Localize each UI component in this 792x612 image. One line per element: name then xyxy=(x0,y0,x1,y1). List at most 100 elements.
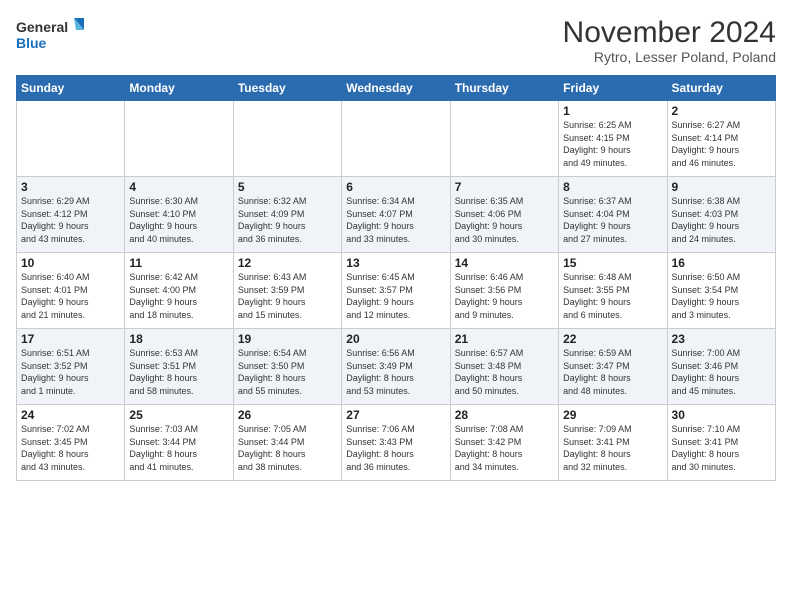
day-info: Sunrise: 6:59 AM Sunset: 3:47 PM Dayligh… xyxy=(563,347,662,397)
day-info: Sunrise: 7:10 AM Sunset: 3:41 PM Dayligh… xyxy=(672,423,771,473)
day-info: Sunrise: 6:32 AM Sunset: 4:09 PM Dayligh… xyxy=(238,195,337,245)
calendar-cell: 26Sunrise: 7:05 AM Sunset: 3:44 PM Dayli… xyxy=(233,405,341,481)
col-friday: Friday xyxy=(559,76,667,101)
subtitle: Rytro, Lesser Poland, Poland xyxy=(563,49,776,65)
logo-svg: General Blue xyxy=(16,16,86,56)
day-number: 7 xyxy=(455,180,554,194)
day-info: Sunrise: 6:53 AM Sunset: 3:51 PM Dayligh… xyxy=(129,347,228,397)
calendar-cell: 22Sunrise: 6:59 AM Sunset: 3:47 PM Dayli… xyxy=(559,329,667,405)
calendar-cell: 3Sunrise: 6:29 AM Sunset: 4:12 PM Daylig… xyxy=(17,177,125,253)
calendar-cell: 24Sunrise: 7:02 AM Sunset: 3:45 PM Dayli… xyxy=(17,405,125,481)
day-number: 6 xyxy=(346,180,445,194)
day-info: Sunrise: 6:34 AM Sunset: 4:07 PM Dayligh… xyxy=(346,195,445,245)
calendar-cell xyxy=(342,101,450,177)
col-saturday: Saturday xyxy=(667,76,775,101)
day-info: Sunrise: 6:48 AM Sunset: 3:55 PM Dayligh… xyxy=(563,271,662,321)
day-number: 11 xyxy=(129,256,228,270)
calendar-cell: 17Sunrise: 6:51 AM Sunset: 3:52 PM Dayli… xyxy=(17,329,125,405)
day-info: Sunrise: 6:54 AM Sunset: 3:50 PM Dayligh… xyxy=(238,347,337,397)
day-number: 15 xyxy=(563,256,662,270)
calendar-cell: 30Sunrise: 7:10 AM Sunset: 3:41 PM Dayli… xyxy=(667,405,775,481)
day-number: 1 xyxy=(563,104,662,118)
day-info: Sunrise: 6:37 AM Sunset: 4:04 PM Dayligh… xyxy=(563,195,662,245)
day-number: 26 xyxy=(238,408,337,422)
week-row-0: 1Sunrise: 6:25 AM Sunset: 4:15 PM Daylig… xyxy=(17,101,776,177)
calendar-cell: 9Sunrise: 6:38 AM Sunset: 4:03 PM Daylig… xyxy=(667,177,775,253)
day-number: 16 xyxy=(672,256,771,270)
calendar-cell xyxy=(125,101,233,177)
calendar-cell: 10Sunrise: 6:40 AM Sunset: 4:01 PM Dayli… xyxy=(17,253,125,329)
col-monday: Monday xyxy=(125,76,233,101)
title-block: November 2024 Rytro, Lesser Poland, Pola… xyxy=(563,16,776,65)
calendar-cell: 14Sunrise: 6:46 AM Sunset: 3:56 PM Dayli… xyxy=(450,253,558,329)
main-title: November 2024 xyxy=(563,16,776,49)
day-number: 3 xyxy=(21,180,120,194)
header: General Blue November 2024 Rytro, Lesser… xyxy=(16,16,776,65)
day-number: 4 xyxy=(129,180,228,194)
calendar-table: Sunday Monday Tuesday Wednesday Thursday… xyxy=(16,75,776,481)
col-thursday: Thursday xyxy=(450,76,558,101)
day-number: 2 xyxy=(672,104,771,118)
calendar-cell xyxy=(450,101,558,177)
day-number: 24 xyxy=(21,408,120,422)
calendar-cell: 13Sunrise: 6:45 AM Sunset: 3:57 PM Dayli… xyxy=(342,253,450,329)
calendar-cell: 6Sunrise: 6:34 AM Sunset: 4:07 PM Daylig… xyxy=(342,177,450,253)
day-number: 8 xyxy=(563,180,662,194)
day-info: Sunrise: 6:25 AM Sunset: 4:15 PM Dayligh… xyxy=(563,119,662,169)
day-info: Sunrise: 6:45 AM Sunset: 3:57 PM Dayligh… xyxy=(346,271,445,321)
day-number: 25 xyxy=(129,408,228,422)
day-info: Sunrise: 6:38 AM Sunset: 4:03 PM Dayligh… xyxy=(672,195,771,245)
day-number: 29 xyxy=(563,408,662,422)
day-info: Sunrise: 7:09 AM Sunset: 3:41 PM Dayligh… xyxy=(563,423,662,473)
day-info: Sunrise: 6:29 AM Sunset: 4:12 PM Dayligh… xyxy=(21,195,120,245)
calendar-cell: 2Sunrise: 6:27 AM Sunset: 4:14 PM Daylig… xyxy=(667,101,775,177)
calendar-cell xyxy=(233,101,341,177)
day-number: 28 xyxy=(455,408,554,422)
calendar-cell: 29Sunrise: 7:09 AM Sunset: 3:41 PM Dayli… xyxy=(559,405,667,481)
calendar-cell: 12Sunrise: 6:43 AM Sunset: 3:59 PM Dayli… xyxy=(233,253,341,329)
calendar-cell: 1Sunrise: 6:25 AM Sunset: 4:15 PM Daylig… xyxy=(559,101,667,177)
calendar-cell: 25Sunrise: 7:03 AM Sunset: 3:44 PM Dayli… xyxy=(125,405,233,481)
calendar-cell: 11Sunrise: 6:42 AM Sunset: 4:00 PM Dayli… xyxy=(125,253,233,329)
day-info: Sunrise: 7:02 AM Sunset: 3:45 PM Dayligh… xyxy=(21,423,120,473)
day-info: Sunrise: 6:30 AM Sunset: 4:10 PM Dayligh… xyxy=(129,195,228,245)
calendar-cell: 16Sunrise: 6:50 AM Sunset: 3:54 PM Dayli… xyxy=(667,253,775,329)
calendar-cell: 7Sunrise: 6:35 AM Sunset: 4:06 PM Daylig… xyxy=(450,177,558,253)
calendar-cell: 27Sunrise: 7:06 AM Sunset: 3:43 PM Dayli… xyxy=(342,405,450,481)
week-row-3: 17Sunrise: 6:51 AM Sunset: 3:52 PM Dayli… xyxy=(17,329,776,405)
svg-text:Blue: Blue xyxy=(16,35,47,51)
day-number: 19 xyxy=(238,332,337,346)
calendar-cell: 18Sunrise: 6:53 AM Sunset: 3:51 PM Dayli… xyxy=(125,329,233,405)
calendar-header-row: Sunday Monday Tuesday Wednesday Thursday… xyxy=(17,76,776,101)
day-info: Sunrise: 6:42 AM Sunset: 4:00 PM Dayligh… xyxy=(129,271,228,321)
day-info: Sunrise: 6:51 AM Sunset: 3:52 PM Dayligh… xyxy=(21,347,120,397)
calendar-cell: 23Sunrise: 7:00 AM Sunset: 3:46 PM Dayli… xyxy=(667,329,775,405)
day-info: Sunrise: 7:05 AM Sunset: 3:44 PM Dayligh… xyxy=(238,423,337,473)
calendar-cell: 5Sunrise: 6:32 AM Sunset: 4:09 PM Daylig… xyxy=(233,177,341,253)
day-number: 20 xyxy=(346,332,445,346)
day-number: 18 xyxy=(129,332,228,346)
calendar-cell: 21Sunrise: 6:57 AM Sunset: 3:48 PM Dayli… xyxy=(450,329,558,405)
day-info: Sunrise: 6:43 AM Sunset: 3:59 PM Dayligh… xyxy=(238,271,337,321)
day-number: 5 xyxy=(238,180,337,194)
day-info: Sunrise: 6:27 AM Sunset: 4:14 PM Dayligh… xyxy=(672,119,771,169)
day-info: Sunrise: 6:50 AM Sunset: 3:54 PM Dayligh… xyxy=(672,271,771,321)
week-row-4: 24Sunrise: 7:02 AM Sunset: 3:45 PM Dayli… xyxy=(17,405,776,481)
svg-text:General: General xyxy=(16,19,68,35)
calendar-cell: 20Sunrise: 6:56 AM Sunset: 3:49 PM Dayli… xyxy=(342,329,450,405)
day-number: 17 xyxy=(21,332,120,346)
day-number: 23 xyxy=(672,332,771,346)
calendar-cell: 28Sunrise: 7:08 AM Sunset: 3:42 PM Dayli… xyxy=(450,405,558,481)
day-info: Sunrise: 7:06 AM Sunset: 3:43 PM Dayligh… xyxy=(346,423,445,473)
day-info: Sunrise: 7:03 AM Sunset: 3:44 PM Dayligh… xyxy=(129,423,228,473)
col-tuesday: Tuesday xyxy=(233,76,341,101)
day-info: Sunrise: 6:56 AM Sunset: 3:49 PM Dayligh… xyxy=(346,347,445,397)
day-number: 12 xyxy=(238,256,337,270)
calendar-cell: 4Sunrise: 6:30 AM Sunset: 4:10 PM Daylig… xyxy=(125,177,233,253)
calendar-cell: 8Sunrise: 6:37 AM Sunset: 4:04 PM Daylig… xyxy=(559,177,667,253)
day-info: Sunrise: 6:46 AM Sunset: 3:56 PM Dayligh… xyxy=(455,271,554,321)
day-info: Sunrise: 6:35 AM Sunset: 4:06 PM Dayligh… xyxy=(455,195,554,245)
calendar-cell xyxy=(17,101,125,177)
day-info: Sunrise: 7:08 AM Sunset: 3:42 PM Dayligh… xyxy=(455,423,554,473)
day-number: 14 xyxy=(455,256,554,270)
